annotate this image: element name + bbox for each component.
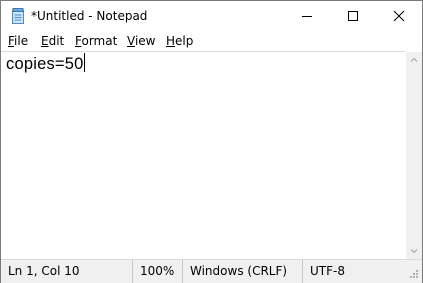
minimize-icon [302, 16, 312, 17]
maximize-button[interactable] [330, 1, 376, 32]
close-icon [393, 10, 405, 22]
vertical-scrollbar[interactable] [406, 52, 422, 259]
menu-edit-accel: E [41, 34, 49, 48]
menu-help-label: elp [175, 34, 194, 48]
maximize-icon [348, 11, 358, 21]
menu-file[interactable]: File [8, 34, 28, 48]
title-bar[interactable]: *Untitled - Notepad [1, 1, 422, 32]
text-caret [84, 53, 86, 72]
menu-format-label: ormat [81, 34, 118, 48]
menu-view-accel: V [127, 34, 135, 48]
scroll-down-button[interactable] [406, 243, 422, 259]
scroll-up-button[interactable] [406, 52, 422, 68]
chevron-up-icon [410, 57, 418, 62]
editor-text-value: copies=50 [6, 55, 84, 73]
menu-help[interactable]: Help [166, 34, 193, 48]
notepad-window: *Untitled - Notepad File Edit Format Vie… [0, 0, 423, 283]
resize-grip-icon[interactable] [406, 263, 420, 281]
status-encoding: UTF-8 [302, 260, 402, 283]
status-zoom: 100% [132, 260, 182, 283]
window-title: *Untitled - Notepad [31, 9, 148, 23]
notepad-icon [10, 8, 26, 24]
menu-format[interactable]: Format [75, 34, 117, 48]
menu-edit[interactable]: Edit [41, 34, 64, 48]
minimize-button[interactable] [284, 1, 330, 32]
chevron-down-icon [410, 249, 418, 254]
menu-file-label: ile [14, 34, 29, 48]
status-bar: Ln 1, Col 10 100% Windows (CRLF) UTF-8 [1, 259, 422, 283]
editor-content[interactable]: copies=50 [6, 53, 86, 74]
close-button[interactable] [376, 1, 422, 32]
menu-help-accel: H [166, 34, 176, 48]
status-line-ending: Windows (CRLF) [182, 260, 302, 283]
status-cursor-position: Ln 1, Col 10 [8, 264, 80, 278]
menu-view[interactable]: View [127, 34, 155, 48]
menu-bar: File Edit Format View Help [1, 32, 422, 51]
menu-view-label: iew [134, 34, 156, 48]
menu-edit-label: dit [48, 34, 65, 48]
text-editor[interactable]: copies=50 [1, 51, 405, 260]
